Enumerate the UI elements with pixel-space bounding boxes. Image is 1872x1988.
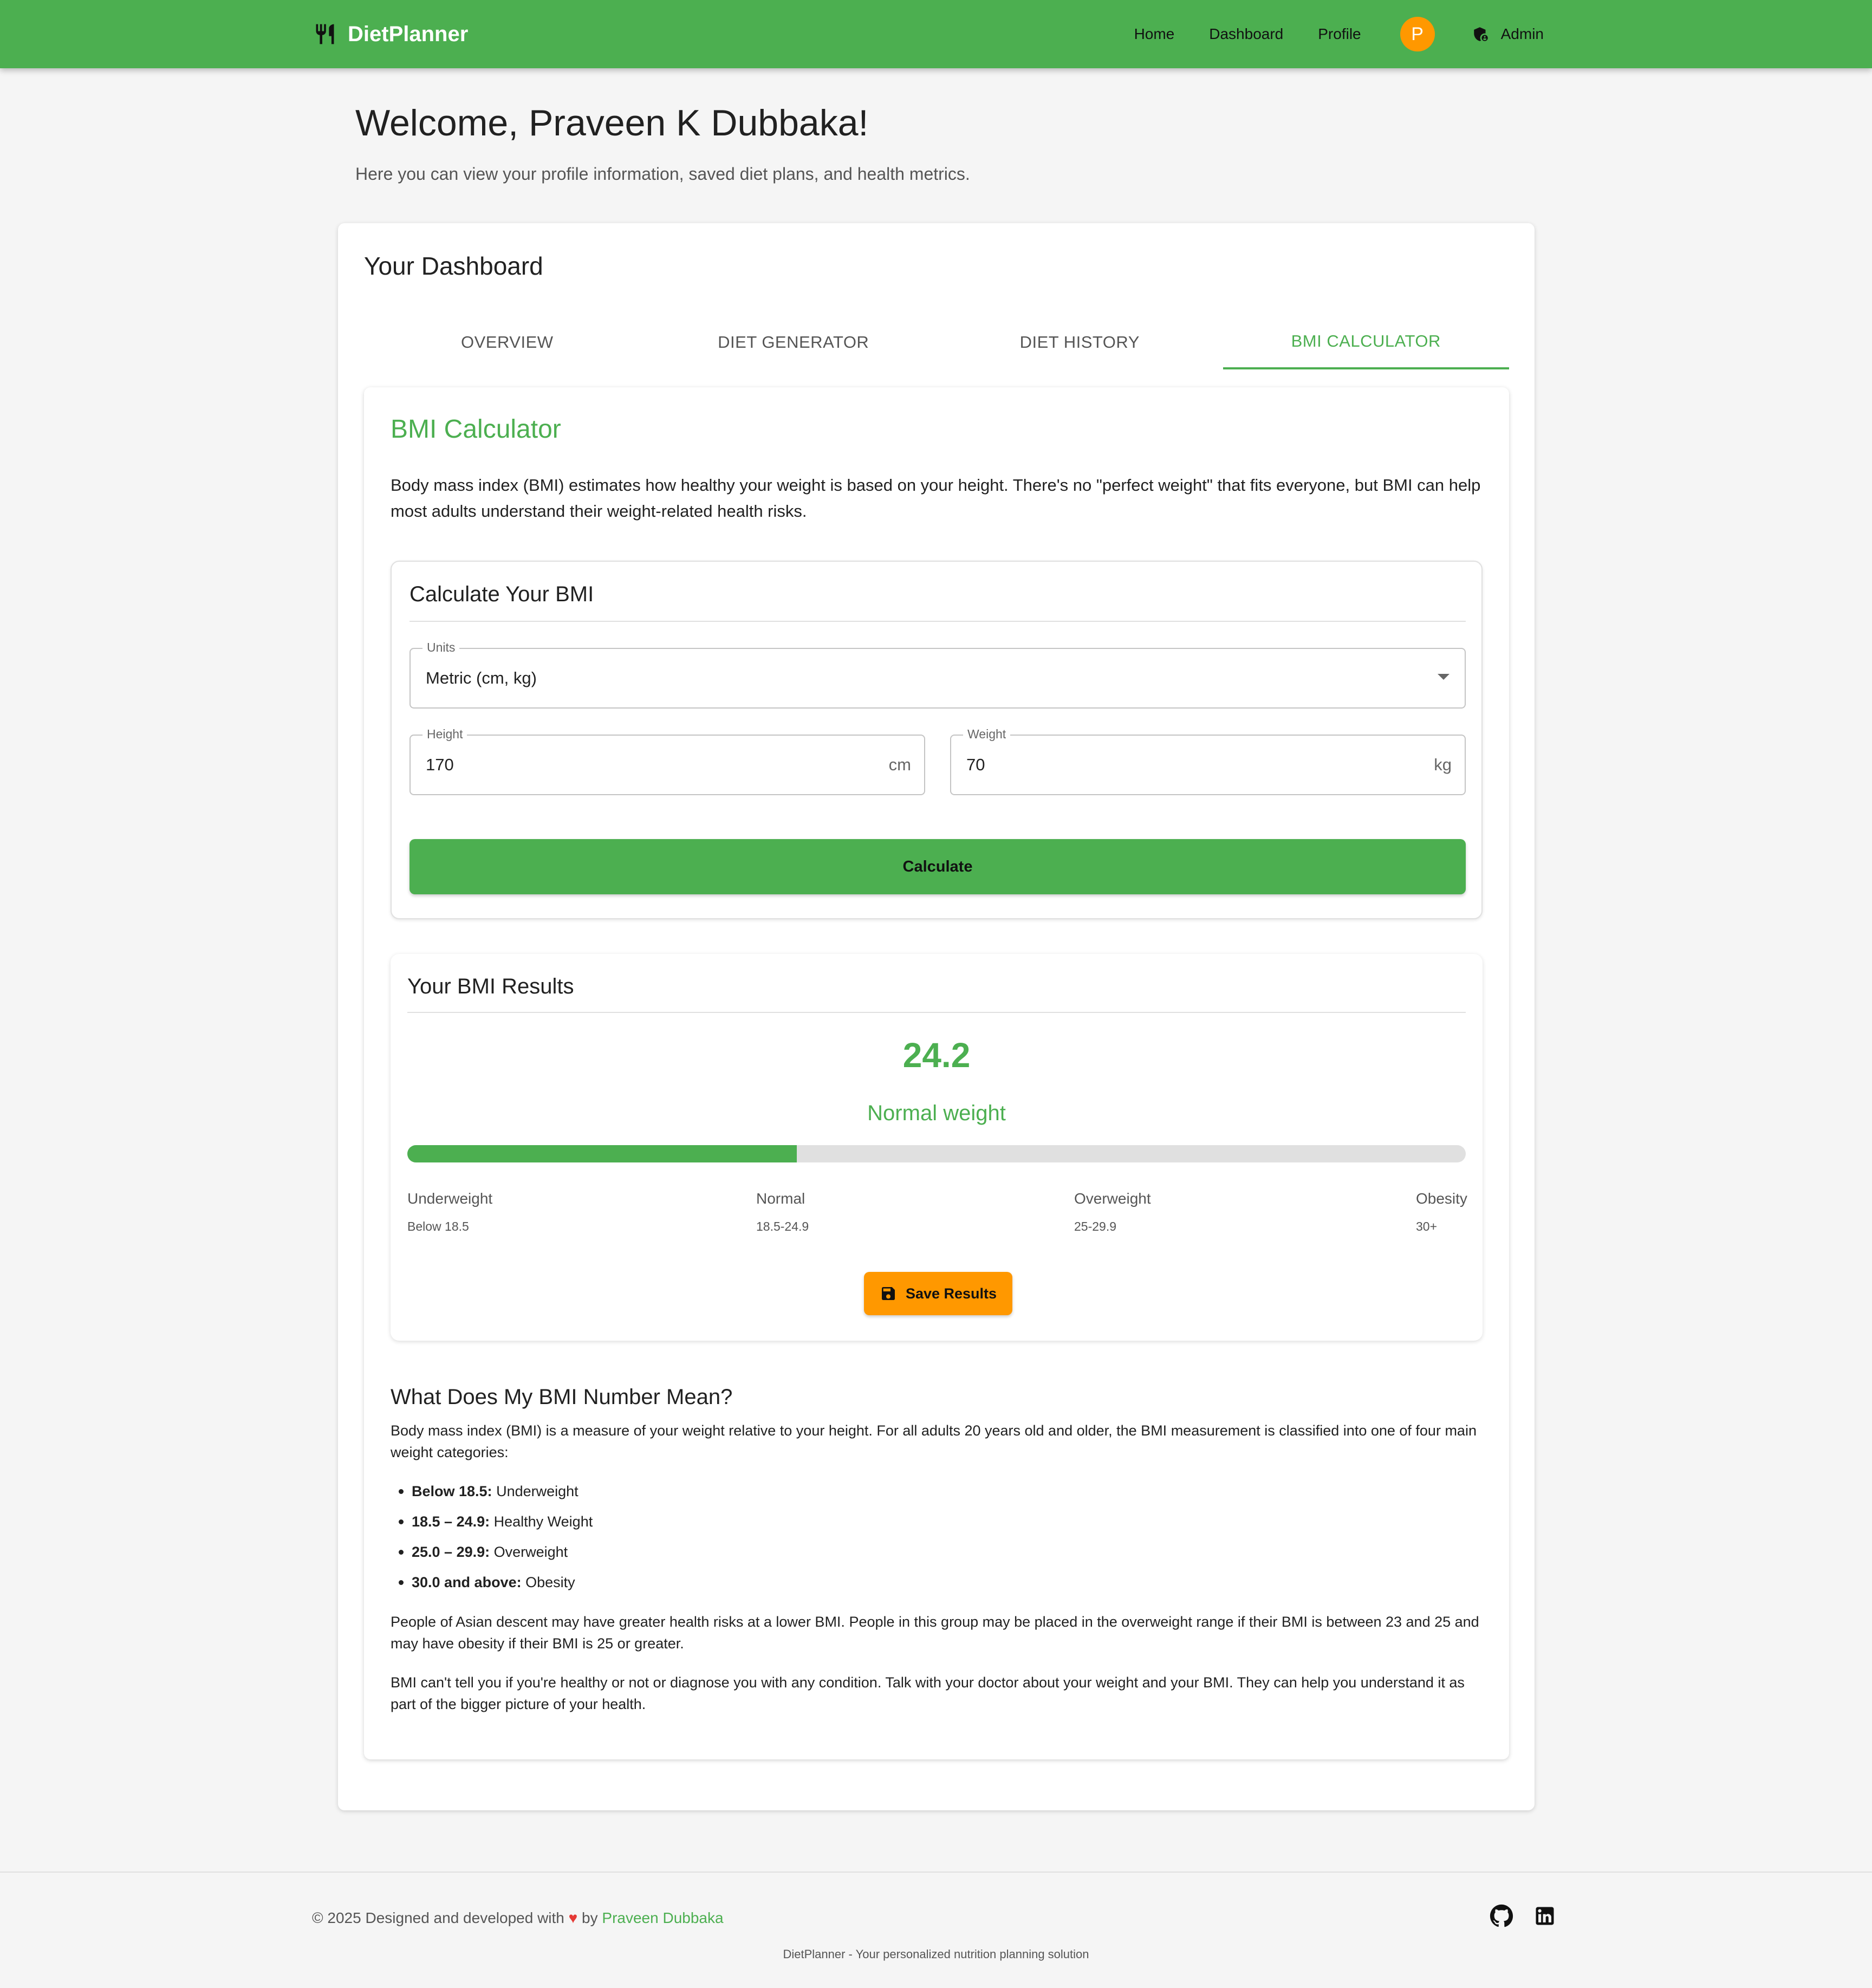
meaning-paragraph: BMI can't tell you if you're healthy or … xyxy=(391,1674,1465,1712)
save-results-label: Save Results xyxy=(905,1285,997,1302)
admin-label: Admin xyxy=(1500,25,1544,42)
meaning-paragraph: Body mass index (BMI) is a measure of yo… xyxy=(391,1422,1477,1460)
height-field[interactable]: Height 170 cm xyxy=(410,727,925,795)
top-nav: Home Dashboard Profile P Admin xyxy=(1100,0,1544,68)
list-item: 30.0 and above: Obesity xyxy=(399,1567,593,1597)
divider xyxy=(410,621,1466,622)
units-select[interactable]: Units Metric (cm, kg) xyxy=(410,640,1466,709)
bmi-progress-bar xyxy=(407,1145,1466,1162)
bmi-category: Normal weight xyxy=(867,1101,1006,1125)
bmi-value: 24.2 xyxy=(902,1036,971,1075)
calculate-card: Calculate Your BMI Units Metric (cm, kg)… xyxy=(391,561,1483,919)
tab-overview[interactable]: Overview xyxy=(364,315,651,369)
scale-name: Normal xyxy=(756,1190,805,1207)
tab-bmi-calculator[interactable]: BMI Calculator xyxy=(1223,315,1509,369)
scale-obesity: Obesity 30+ xyxy=(1416,1190,1467,1234)
divider xyxy=(407,1012,1466,1013)
scale-name: Underweight xyxy=(407,1190,493,1207)
list-item: 18.5 – 24.9: Healthy Weight xyxy=(399,1506,593,1537)
scale-range: 25-29.9 xyxy=(1074,1219,1117,1233)
units-value: Metric (cm, kg) xyxy=(426,668,537,687)
save-results-button[interactable]: Save Results xyxy=(864,1272,1012,1315)
scale-name: Overweight xyxy=(1074,1190,1151,1207)
height-value: 170 xyxy=(426,755,454,774)
weight-unit: kg xyxy=(1434,755,1452,774)
dashboard-tabs: Overview Diet Generator Diet History BMI… xyxy=(364,315,1509,369)
bmi-categories-list: Below 18.5: Underweight 18.5 – 24.9: Hea… xyxy=(399,1476,593,1597)
author-link[interactable]: Praveen Dubbaka xyxy=(602,1909,723,1926)
meaning-paragraph: People of Asian descent may have greater… xyxy=(391,1614,1479,1652)
calculate-title: Calculate Your BMI xyxy=(410,582,594,606)
nav-profile[interactable]: Profile xyxy=(1318,25,1361,43)
scale-range: 30+ xyxy=(1416,1219,1438,1233)
copyright: © 2025 Designed and developed with ♥ by … xyxy=(312,1909,724,1926)
heart-icon: ♥ xyxy=(568,1909,578,1926)
social-links xyxy=(1490,1904,1557,1928)
footer: © 2025 Designed and developed with ♥ by … xyxy=(0,1872,1872,1988)
scale-normal: Normal 18.5-24.9 xyxy=(756,1190,809,1234)
github-icon[interactable] xyxy=(1490,1904,1513,1928)
tagline: DietPlanner - Your personalized nutritio… xyxy=(783,1947,1089,1961)
admin-link[interactable]: Admin xyxy=(1472,25,1544,43)
tab-diet-history[interactable]: Diet History xyxy=(937,315,1223,369)
meaning-title: What Does My BMI Number Mean? xyxy=(391,1385,733,1409)
dashboard-card: Your Dashboard Overview Diet Generator D… xyxy=(338,223,1535,1810)
scale-range: 18.5-24.9 xyxy=(756,1219,809,1233)
page-title: Welcome, Praveen K Dubbaka! xyxy=(355,102,869,144)
scale-overweight: Overweight 25-29.9 xyxy=(1074,1190,1151,1234)
avatar[interactable]: P xyxy=(1400,17,1435,51)
app-bar: DietPlanner Home Dashboard Profile P Adm… xyxy=(0,0,1872,68)
results-title: Your BMI Results xyxy=(407,974,574,998)
bmi-title: BMI Calculator xyxy=(391,415,561,444)
weight-field[interactable]: Weight 70 kg xyxy=(950,727,1466,795)
dashboard-title: Your Dashboard xyxy=(364,252,543,280)
restaurant-icon xyxy=(316,24,334,44)
results-card: Your BMI Results 24.2 Normal weight Unde… xyxy=(391,954,1483,1341)
list-item: 25.0 – 29.9: Overweight xyxy=(399,1537,593,1567)
save-icon xyxy=(881,1287,895,1300)
weight-value: 70 xyxy=(966,755,985,774)
bmi-panel: BMI Calculator Body mass index (BMI) est… xyxy=(364,387,1509,1759)
bmi-intro: Body mass index (BMI) estimates how heal… xyxy=(391,476,1481,521)
scale-range: Below 18.5 xyxy=(407,1219,469,1233)
linkedin-icon[interactable] xyxy=(1533,1904,1557,1928)
tab-diet-generator[interactable]: Diet Generator xyxy=(651,315,937,369)
bmi-progress-fill xyxy=(407,1145,797,1162)
height-unit: cm xyxy=(888,755,911,774)
scale-underweight: Underweight Below 18.5 xyxy=(407,1190,492,1234)
dropdown-arrow-icon xyxy=(1438,674,1450,680)
admin-shield-icon xyxy=(1473,27,1488,41)
brand-link[interactable]: DietPlanner xyxy=(313,0,468,68)
nav-dashboard[interactable]: Dashboard xyxy=(1209,25,1283,43)
brand-name: DietPlanner xyxy=(348,22,469,46)
calculate-button[interactable]: Calculate xyxy=(410,839,1466,894)
list-item: Below 18.5: Underweight xyxy=(399,1476,593,1506)
scale-name: Obesity xyxy=(1416,1190,1467,1207)
nav-home[interactable]: Home xyxy=(1134,25,1175,43)
page-subtitle: Here you can view your profile informati… xyxy=(355,164,970,184)
